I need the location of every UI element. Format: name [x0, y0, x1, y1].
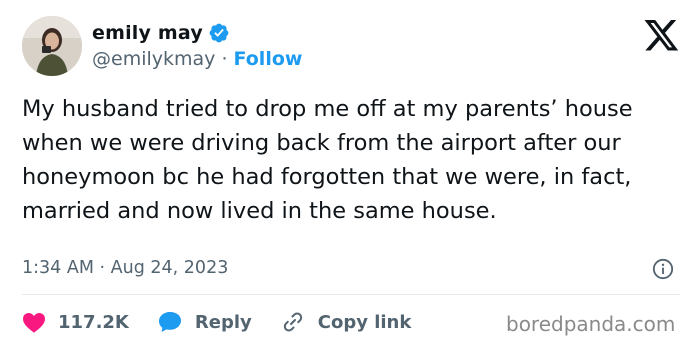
- meta-separator: ·: [99, 258, 106, 278]
- x-logo-icon[interactable]: [644, 20, 680, 52]
- author-handle[interactable]: @emilykmay: [92, 48, 215, 70]
- reply-label: Reply: [194, 311, 252, 333]
- tweet-text: My husband tried to drop me off at my pa…: [22, 96, 633, 224]
- info-icon[interactable]: [652, 258, 674, 280]
- divider: [22, 294, 680, 295]
- copy-link-label: Copy link: [317, 311, 412, 333]
- follow-button[interactable]: Follow: [234, 48, 303, 70]
- like-button[interactable]: 117.2K: [22, 311, 129, 333]
- reply-bubble-icon: [158, 312, 181, 332]
- verified-badge-icon: [209, 23, 229, 43]
- handle-separator: ·: [221, 48, 228, 70]
- tweet-actions: 117.2K Reply Copy link: [22, 306, 439, 338]
- author-name[interactable]: emily may: [92, 22, 203, 44]
- tweet-timestamp[interactable]: 1:34 AM · Aug 24, 2023: [22, 258, 228, 278]
- tweet-date: Aug 24, 2023: [110, 258, 229, 278]
- author-name-row: emily may: [92, 22, 230, 44]
- heart-icon: [23, 313, 45, 333]
- like-count: 117.2K: [58, 311, 129, 333]
- tweet-time: 1:34 AM: [22, 258, 94, 278]
- author-handle-row: @emilykmay · Follow: [92, 48, 302, 70]
- reply-button[interactable]: Reply: [157, 310, 252, 334]
- copy-link-button[interactable]: Copy link: [280, 310, 412, 334]
- watermark: boredpanda.com: [506, 312, 676, 336]
- link-icon: [283, 312, 302, 332]
- avatar[interactable]: [22, 16, 82, 76]
